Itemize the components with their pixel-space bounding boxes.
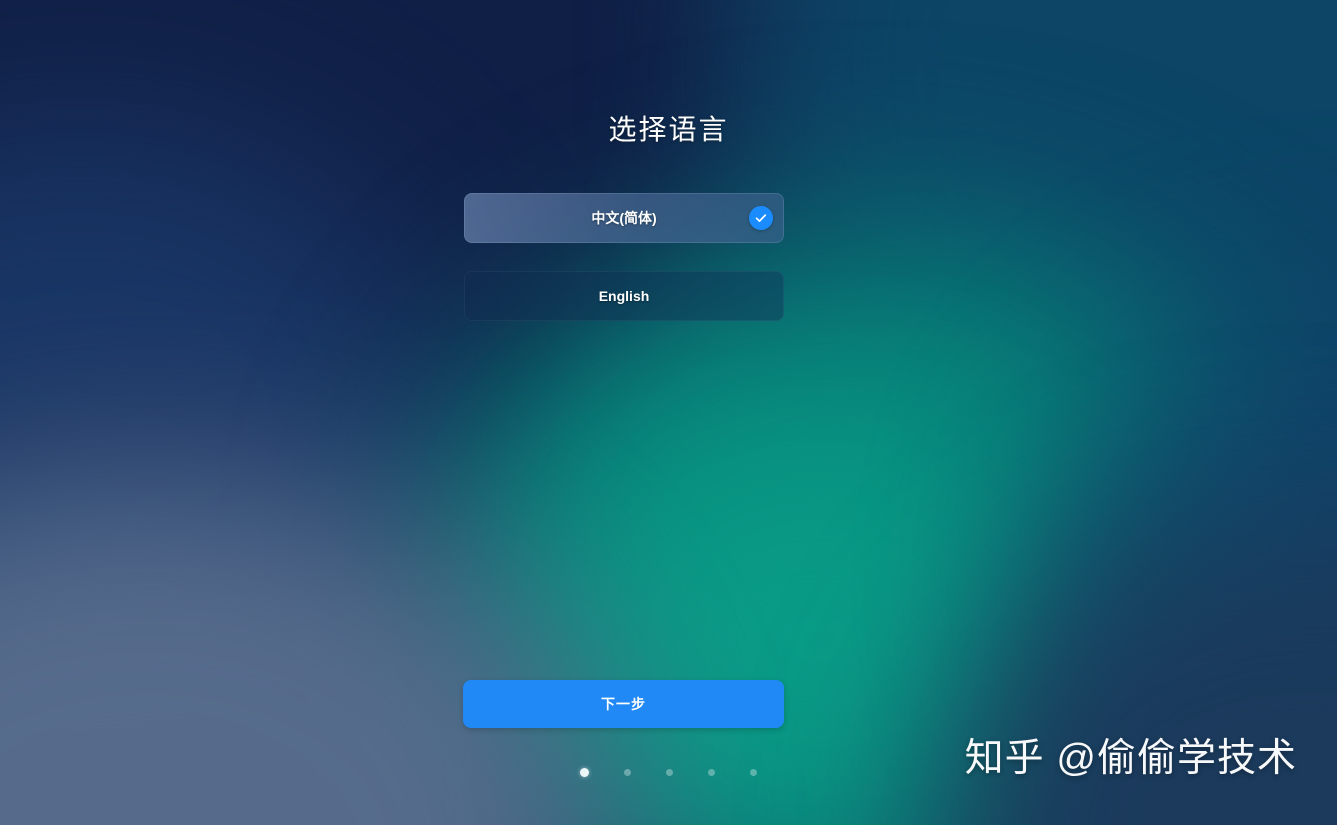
check-circle-icon <box>749 206 773 230</box>
language-option-chinese-simplified[interactable]: 中文(简体) <box>464 193 784 243</box>
language-option-english[interactable]: English <box>464 271 784 321</box>
watermark-text: 知乎 @偷偷学技术 <box>964 737 1297 780</box>
next-button[interactable]: 下一步 <box>463 680 784 728</box>
pagination-dot-2[interactable] <box>624 769 631 776</box>
language-selection-screen: 选择语言 中文(简体) English 下一步 知乎 @偷偷学技术 <box>0 0 1337 825</box>
pagination-dot-5[interactable] <box>750 769 757 776</box>
page-title: 选择语言 <box>608 114 729 145</box>
pagination-dot-4[interactable] <box>708 769 715 776</box>
language-option-label: English <box>598 288 650 304</box>
pagination-dot-3[interactable] <box>666 769 673 776</box>
language-option-label: 中文(简体) <box>591 210 657 226</box>
language-option-list: 中文(简体) English <box>464 193 784 349</box>
pagination-dot-1[interactable] <box>580 768 589 777</box>
